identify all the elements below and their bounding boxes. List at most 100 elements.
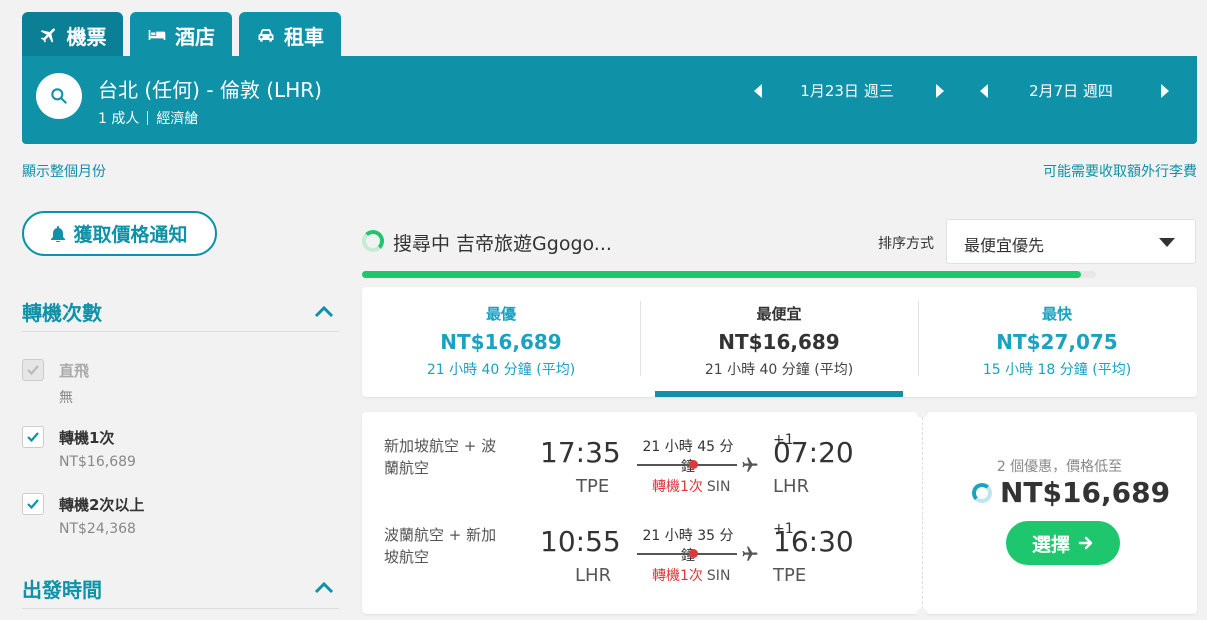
summary-cheapest[interactable]: 最便宜 NT$16,689 21 小時 40 分鐘 (平均) xyxy=(640,287,918,397)
summary-title: 最便宜 xyxy=(756,305,802,323)
stop-dot xyxy=(689,549,698,558)
option-price: 無 xyxy=(59,390,73,406)
option-label: 轉機2次以上 xyxy=(59,496,145,514)
arrow-right-icon xyxy=(1078,536,1093,550)
summary-price: NT$16,689 xyxy=(440,330,562,354)
flight-duration: 21 小時 45 分鐘 xyxy=(642,439,734,475)
summary-title: 最優 xyxy=(485,305,516,323)
flight-result-card[interactable]: 新加坡航空 + 波蘭航空 17:35 TPE 21 小時 45 分鐘 轉機1次 S… xyxy=(362,406,1197,620)
search-progress-fill xyxy=(362,271,1082,278)
search-button[interactable] xyxy=(36,73,82,119)
flight-duration: 21 小時 35 分鐘 xyxy=(642,528,734,564)
stops-filter-title[interactable]: 轉機次數 xyxy=(22,297,102,326)
arrival-airport: TPE xyxy=(773,565,807,586)
summary-price: NT$27,075 xyxy=(996,330,1118,354)
summary-title: 最快 xyxy=(1041,305,1072,323)
price-alert-button[interactable]: 獲取價格通知 xyxy=(22,211,217,256)
car-icon xyxy=(258,29,274,42)
passenger-info[interactable]: 1 成人 經濟艙 xyxy=(98,108,198,128)
checkmark-icon xyxy=(27,365,39,376)
arrival-time: 16:30 +1 xyxy=(773,521,854,558)
stop-count: 轉機1次 xyxy=(652,479,703,495)
bell-icon xyxy=(51,225,66,242)
route-line xyxy=(637,464,737,466)
divider xyxy=(22,608,339,609)
tab-label: 酒店 xyxy=(175,24,215,49)
result-summary-tabs: 最優 NT$16,689 21 小時 40 分鐘 (平均) 最便宜 NT$16,… xyxy=(362,287,1197,397)
departure-airport: TPE xyxy=(576,476,610,497)
tab-label: 租車 xyxy=(284,24,324,49)
tab-car-rental[interactable]: 租車 xyxy=(239,12,341,58)
chevron-right-icon xyxy=(936,84,944,98)
option-label: 轉機1次 xyxy=(59,429,115,447)
price-alert-label: 獲取價格通知 xyxy=(73,224,188,246)
checkmark-icon xyxy=(27,499,39,510)
return-next-arrow[interactable] xyxy=(1158,81,1172,101)
passenger-count: 1 成人 xyxy=(98,111,140,127)
chevron-right-icon xyxy=(1161,84,1169,98)
chevron-left-icon xyxy=(980,84,988,98)
stop-airport: SIN xyxy=(706,479,731,495)
airline-names: 波蘭航空 + 新加坡航空 xyxy=(384,526,497,566)
searching-status: 搜尋中 吉帝旅遊Ggogo... xyxy=(393,233,612,255)
return-date[interactable]: 2月7日 週四 xyxy=(1006,80,1136,101)
summary-best[interactable]: 最優 NT$16,689 21 小時 40 分鐘 (平均) xyxy=(362,287,640,397)
select-label: 選擇 xyxy=(1031,533,1070,556)
sort-dropdown[interactable]: 最便宜優先 xyxy=(946,219,1196,264)
separator xyxy=(147,111,149,125)
search-progress-bar xyxy=(362,271,1096,278)
divider xyxy=(922,412,923,614)
departure-airport: LHR xyxy=(575,565,612,586)
stop-count: 轉機1次 xyxy=(652,568,703,584)
summary-price: NT$16,689 xyxy=(718,330,840,354)
day-offset: +1 xyxy=(773,432,794,448)
chevron-up-icon[interactable] xyxy=(314,304,334,318)
search-icon xyxy=(51,88,67,104)
checkbox-nonstop[interactable] xyxy=(22,359,44,381)
departure-time: 17:35 xyxy=(540,436,621,469)
loading-spinner-icon xyxy=(362,230,384,252)
show-whole-month-link[interactable]: 顯示整個月份 xyxy=(22,161,106,181)
price-value: NT$16,689 xyxy=(1000,476,1171,509)
caret-down-icon xyxy=(1159,238,1175,247)
arrival-airport: LHR xyxy=(773,476,810,497)
divider xyxy=(22,331,339,332)
cabin-class: 經濟艙 xyxy=(156,111,199,127)
option-label: 直飛 xyxy=(59,362,90,380)
tab-flights[interactable]: 機票 xyxy=(22,12,123,58)
option-price: NT$16,689 xyxy=(59,454,136,470)
summary-duration: 15 小時 18 分鐘 (平均) xyxy=(982,362,1132,378)
airline-names: 新加坡航空 + 波蘭航空 xyxy=(384,437,497,477)
option-price: NT$24,368 xyxy=(59,521,136,537)
baggage-fee-link[interactable]: 可能需要收取額外行李費 xyxy=(1043,161,1197,181)
checkbox-one-stop[interactable] xyxy=(22,426,44,448)
checkmark-icon xyxy=(27,432,39,443)
summary-duration: 21 小時 40 分鐘 (平均) xyxy=(426,362,576,378)
stop-info: 轉機1次 SIN xyxy=(652,476,730,496)
departure-time: 10:55 xyxy=(540,525,621,558)
chevron-left-icon xyxy=(754,84,762,98)
day-offset: +1 xyxy=(773,521,794,537)
summary-duration: 21 小時 40 分鐘 (平均) xyxy=(704,362,854,378)
tab-hotels[interactable]: 酒店 xyxy=(130,12,232,58)
stop-airport: SIN xyxy=(706,568,731,584)
deals-count-text: 2 個優惠，價格低至 xyxy=(996,459,1123,475)
departure-time-filter-title[interactable]: 出發時間 xyxy=(22,574,102,603)
return-prev-arrow[interactable] xyxy=(977,81,991,101)
summary-fastest[interactable]: 最快 NT$27,075 15 小時 18 分鐘 (平均) xyxy=(918,287,1196,397)
card-notch xyxy=(916,608,928,620)
checkbox-two-plus-stops[interactable] xyxy=(22,493,44,515)
depart-next-arrow[interactable] xyxy=(933,81,947,101)
sort-value: 最便宜優先 xyxy=(964,236,1045,255)
select-button[interactable]: 選擇 xyxy=(1006,521,1120,565)
stop-info: 轉機1次 SIN xyxy=(652,565,730,585)
depart-prev-arrow[interactable] xyxy=(751,81,765,101)
plane-icon xyxy=(742,457,758,472)
depart-date[interactable]: 1月23日 週三 xyxy=(782,80,912,101)
arrival-time: 07:20 +1 xyxy=(773,432,854,469)
chevron-up-icon[interactable] xyxy=(314,580,334,594)
lowest-price: NT$16,689 xyxy=(972,476,1170,509)
tab-label: 機票 xyxy=(66,24,107,49)
route-text[interactable]: 台北 (任何) - 倫敦 (LHR) xyxy=(98,74,322,103)
plane-icon xyxy=(40,28,55,43)
